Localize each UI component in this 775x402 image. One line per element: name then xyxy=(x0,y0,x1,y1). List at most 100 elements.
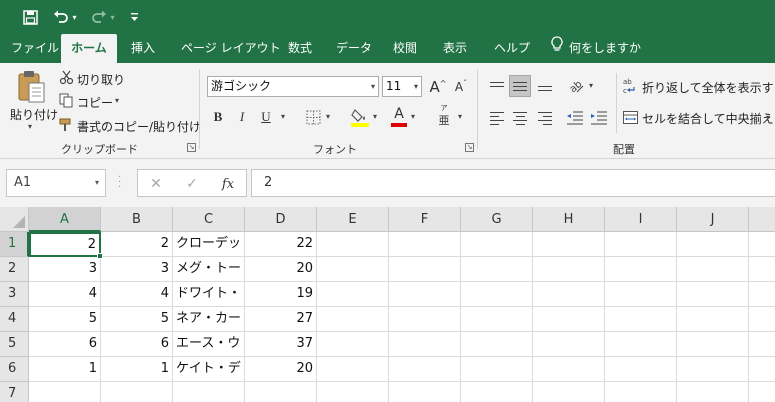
undo-icon[interactable]: ▾ xyxy=(50,5,80,29)
phonetic-dropdown-icon[interactable]: ▾ xyxy=(458,112,462,121)
cell-g1[interactable] xyxy=(461,232,533,257)
decrease-indent-icon[interactable] xyxy=(565,107,585,129)
cell-i4[interactable] xyxy=(605,307,677,332)
copy-button[interactable]: コピー xyxy=(77,94,113,111)
cell-g2[interactable] xyxy=(461,257,533,282)
cell-c2[interactable]: メグ・トー xyxy=(173,257,245,282)
column-header-e[interactable]: E xyxy=(317,207,389,232)
column-header-h[interactable]: H xyxy=(533,207,605,232)
column-header-j[interactable]: J xyxy=(677,207,749,232)
cell-a7[interactable] xyxy=(29,382,101,402)
paste-dropdown-icon[interactable]: ▾ xyxy=(28,122,32,131)
tab-formulas[interactable]: 数式 xyxy=(288,34,312,63)
cell-j6[interactable] xyxy=(677,357,749,382)
row-header-3[interactable]: 3 xyxy=(0,282,29,307)
tell-me-search[interactable]: 何をしますか xyxy=(551,34,641,63)
cell-partial[interactable] xyxy=(749,382,775,402)
select-all-button[interactable] xyxy=(0,207,29,232)
cell-i6[interactable] xyxy=(605,357,677,382)
cell-i1[interactable] xyxy=(605,232,677,257)
cell-b2[interactable]: 3 xyxy=(101,257,173,282)
cell-e7[interactable] xyxy=(317,382,389,402)
cell-g7[interactable] xyxy=(461,382,533,402)
tab-view[interactable]: 表示 xyxy=(443,34,467,63)
cell-c1[interactable]: クローデッ xyxy=(173,232,245,257)
cell-d2[interactable]: 20 xyxy=(245,257,317,282)
cell-b4[interactable]: 5 xyxy=(101,307,173,332)
cell-a5[interactable]: 6 xyxy=(29,332,101,357)
cell-h2[interactable] xyxy=(533,257,605,282)
column-header-g[interactable]: G xyxy=(461,207,533,232)
column-header-i[interactable]: I xyxy=(605,207,677,232)
cell-c4[interactable]: ネア・カー xyxy=(173,307,245,332)
cell-h4[interactable] xyxy=(533,307,605,332)
bottom-align-icon[interactable] xyxy=(534,75,556,97)
tab-file[interactable]: ファイル xyxy=(11,34,59,63)
column-header-partial[interactable] xyxy=(749,207,775,232)
insert-function-icon[interactable]: fx xyxy=(218,174,238,194)
cell-j1[interactable] xyxy=(677,232,749,257)
paste-button-label[interactable]: 貼り付け xyxy=(10,106,58,123)
cell-j5[interactable] xyxy=(677,332,749,357)
tab-review[interactable]: 校閲 xyxy=(393,34,417,63)
shrink-font-icon[interactable]: Aˇ xyxy=(452,77,470,97)
merge-center-button[interactable]: セルを結合して中央揃え xyxy=(642,110,774,127)
italic-button[interactable]: I xyxy=(234,108,250,126)
cell-g5[interactable] xyxy=(461,332,533,357)
merge-dropdown-icon[interactable]: ▾ xyxy=(766,113,770,122)
cell-partial[interactable] xyxy=(749,232,775,257)
cell-a1[interactable]: 2 xyxy=(29,232,101,257)
orientation-dropdown-icon[interactable]: ▾ xyxy=(589,81,593,90)
underline-dropdown-icon[interactable]: ▾ xyxy=(281,112,285,121)
cell-j7[interactable] xyxy=(677,382,749,402)
cell-j3[interactable] xyxy=(677,282,749,307)
cell-j4[interactable] xyxy=(677,307,749,332)
save-icon[interactable] xyxy=(20,5,40,29)
cell-f7[interactable] xyxy=(389,382,461,402)
row-header-6[interactable]: 6 xyxy=(0,357,29,382)
cell-d3[interactable]: 19 xyxy=(245,282,317,307)
cell-h5[interactable] xyxy=(533,332,605,357)
cell-f4[interactable] xyxy=(389,307,461,332)
cell-f3[interactable] xyxy=(389,282,461,307)
grow-font-icon[interactable]: A ^ xyxy=(429,77,447,97)
cell-c7[interactable] xyxy=(173,382,245,402)
tab-data[interactable]: データ xyxy=(336,34,372,63)
cell-i2[interactable] xyxy=(605,257,677,282)
cell-j2[interactable] xyxy=(677,257,749,282)
column-header-c[interactable]: C xyxy=(173,207,245,232)
cell-f2[interactable] xyxy=(389,257,461,282)
row-header-1[interactable]: 1 xyxy=(0,232,29,257)
name-box-dropdown-icon[interactable]: ▾ xyxy=(95,170,99,196)
cell-h1[interactable] xyxy=(533,232,605,257)
row-header-7[interactable]: 7 xyxy=(0,382,29,402)
row-header-4[interactable]: 4 xyxy=(0,307,29,332)
enter-icon[interactable]: ✓ xyxy=(182,174,202,194)
cell-b1[interactable]: 2 xyxy=(101,232,173,257)
cell-b3[interactable]: 4 xyxy=(101,282,173,307)
cell-e5[interactable] xyxy=(317,332,389,357)
formula-input[interactable]: 2 xyxy=(251,169,775,197)
cell-e4[interactable] xyxy=(317,307,389,332)
cell-e6[interactable] xyxy=(317,357,389,382)
cell-a3[interactable]: 4 xyxy=(29,282,101,307)
fill-color-dropdown-icon[interactable]: ▾ xyxy=(373,112,377,121)
tab-help[interactable]: ヘルプ xyxy=(494,34,530,63)
font-color-dropdown-icon[interactable]: ▾ xyxy=(411,112,415,121)
align-left-icon[interactable] xyxy=(486,107,508,129)
tab-insert[interactable]: 挿入 xyxy=(131,34,155,63)
increase-indent-icon[interactable] xyxy=(589,107,609,129)
cell-e3[interactable] xyxy=(317,282,389,307)
middle-align-icon[interactable] xyxy=(509,75,531,97)
cell-d7[interactable] xyxy=(245,382,317,402)
cell-a2[interactable]: 3 xyxy=(29,257,101,282)
cell-a4[interactable]: 5 xyxy=(29,307,101,332)
cell-i3[interactable] xyxy=(605,282,677,307)
cell-d1[interactable]: 22 xyxy=(245,232,317,257)
undo-dropdown-icon[interactable]: ▾ xyxy=(72,13,76,22)
font-size-dropdown-icon[interactable]: ▾ xyxy=(414,77,418,96)
cell-d4[interactable]: 27 xyxy=(245,307,317,332)
underline-button[interactable]: U xyxy=(258,108,274,126)
tab-home[interactable]: ホーム xyxy=(61,34,117,63)
borders-icon[interactable] xyxy=(304,108,322,126)
